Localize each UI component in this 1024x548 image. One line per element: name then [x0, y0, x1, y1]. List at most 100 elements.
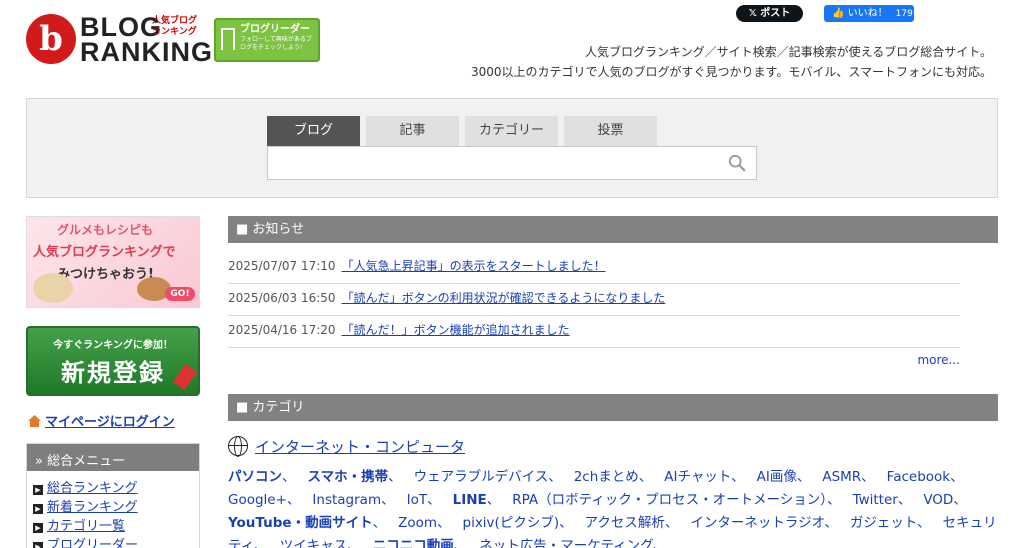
- list-separator: 、: [950, 469, 964, 485]
- food-plate-icon: [33, 273, 73, 303]
- list-separator: 、: [917, 515, 931, 531]
- list-separator: 、: [388, 469, 402, 485]
- list-separator: 、: [897, 492, 912, 508]
- list-separator: 、: [861, 469, 875, 485]
- list-separator: 、: [559, 515, 573, 531]
- tagline-line-1: 人気ブログランキング／サイト検索／記事検索が使えるブログ総合サイト。: [584, 45, 992, 59]
- news-list: 2025/07/07 17:10 「人気急上昇記事」の表示をスタートしました！ 2…: [228, 252, 960, 348]
- bookmark-icon: [221, 28, 235, 50]
- list-separator: 、: [824, 515, 838, 531]
- list-separator: 、: [254, 538, 268, 548]
- subcategory-link[interactable]: アクセス解析: [585, 515, 665, 531]
- subcategory-link[interactable]: AI画像: [757, 469, 797, 485]
- subcategory-link[interactable]: ガジェット: [850, 515, 917, 531]
- tab-article[interactable]: 記事: [366, 116, 459, 146]
- subcategory-link[interactable]: ニコニコ動画: [373, 538, 454, 548]
- subcategory-link[interactable]: Instagram: [312, 492, 381, 508]
- category-title: インターネット・コンピュータ: [228, 436, 465, 457]
- news-more-link[interactable]: more...: [917, 353, 960, 367]
- subcategory-link[interactable]: Facebook: [887, 469, 950, 485]
- news-item: 2025/06/03 16:50 「読んだ」ボタンの利用状況が確認できるようになり…: [228, 284, 960, 316]
- list-separator: 、: [282, 469, 296, 485]
- subcategory-link[interactable]: Zoom: [398, 515, 437, 531]
- subcategory-link[interactable]: ネット広告・マーケティング: [479, 538, 652, 548]
- news-link[interactable]: 「読んだ」ボタンの利用状況が確認できるようになりました: [342, 291, 666, 305]
- subcategory-link[interactable]: Twitter: [853, 492, 898, 508]
- tab-vote[interactable]: 投票: [564, 116, 657, 146]
- tab-category[interactable]: カテゴリー: [465, 116, 558, 146]
- list-separator: 、: [486, 492, 501, 508]
- x-post-button[interactable]: 𝕏 ポスト: [736, 5, 803, 22]
- subcategory-link[interactable]: IoT: [407, 492, 428, 508]
- subcategory-link[interactable]: pixiv(ピクシブ): [463, 515, 560, 531]
- news-date: 2025/07/07 17:10: [228, 259, 336, 273]
- gourmet-go-label: GO!: [165, 287, 195, 301]
- general-menu-list: ▶ 総合ランキング ▶ 新着ランキング ▶ カテゴリ一覧 ▶ ブログリーダー: [27, 471, 199, 548]
- facebook-like-button[interactable]: 👍 いいね！ 179: [824, 5, 914, 22]
- subcategory-link[interactable]: 2chまとめ: [574, 469, 639, 485]
- menu-link-overall-ranking[interactable]: 総合ランキング: [47, 481, 138, 496]
- subcategory-link[interactable]: AIチャット: [664, 469, 731, 485]
- subcategory-link[interactable]: ASMR: [822, 469, 861, 485]
- subcategory-link[interactable]: インターネットラジオ: [690, 515, 824, 531]
- globe-icon: [228, 436, 248, 457]
- blog-reader-badge[interactable]: ブログリーダー フォローして興味があるブログをチェックしよう!: [214, 18, 320, 62]
- subcategory-link[interactable]: パソコン: [228, 469, 282, 485]
- list-separator: 、: [664, 515, 679, 531]
- reader-badge-sub: フォローして興味があるブログをチェックしよう!: [240, 36, 312, 51]
- reader-badge-title: ブログリーダー: [240, 24, 310, 35]
- menu-item[interactable]: ▶ カテゴリ一覧: [33, 517, 199, 536]
- logo-text-ja: 人気ブログランキング: [152, 16, 198, 37]
- news-link[interactable]: 「読んだ！」ボタン機能が追加されました: [342, 323, 570, 337]
- search-panel: ブログ 記事 カテゴリー 投票: [26, 98, 998, 198]
- menu-item[interactable]: ▶ ブログリーダー: [33, 536, 199, 548]
- arrow-right-icon: ▶: [33, 542, 43, 548]
- site-logo[interactable]: b BLOG RANKING 人気ブログランキング: [26, 13, 212, 66]
- gourmet-banner-line1: グルメもレシピも: [57, 223, 154, 237]
- mypage-login-link[interactable]: マイページにログイン: [28, 411, 175, 430]
- gourmet-banner-line2: 人気ブログランキングで: [33, 245, 176, 260]
- list-separator: 、: [638, 469, 653, 485]
- fb-like-count: 179: [895, 9, 913, 19]
- subcategory-link[interactable]: Google+: [228, 492, 287, 508]
- subcategory-link[interactable]: VOD: [923, 492, 953, 508]
- search-input[interactable]: [268, 147, 708, 179]
- list-separator: 、: [652, 538, 667, 548]
- subcategory-link[interactable]: LINE: [453, 492, 487, 508]
- news-item: 2025/07/07 17:10 「人気急上昇記事」の表示をスタートしました！: [228, 252, 960, 284]
- news-link[interactable]: 「人気急上昇記事」の表示をスタートしました！: [342, 259, 606, 273]
- category-title-link[interactable]: インターネット・コンピュータ: [255, 438, 465, 456]
- news-item: 2025/04/16 17:20 「読んだ！」ボタン機能が追加されました: [228, 316, 960, 348]
- tab-blog[interactable]: ブログ: [267, 116, 360, 146]
- list-separator: 、: [827, 492, 841, 508]
- logo-mark-icon: b: [26, 14, 76, 64]
- menu-item[interactable]: ▶ 総合ランキング: [33, 479, 199, 498]
- menu-link-new-ranking[interactable]: 新着ランキング: [47, 500, 138, 515]
- menu-link-category-list[interactable]: カテゴリ一覧: [47, 519, 125, 534]
- site-tagline: 人気ブログランキング／サイト検索／記事検索が使えるブログ総合サイト。 3000以…: [392, 42, 992, 82]
- fb-like-label: 👍 いいね！: [832, 8, 888, 19]
- news-date: 2025/06/03 16:50: [228, 291, 336, 305]
- gourmet-recipe-banner[interactable]: グルメもレシピも 人気ブログランキングで みつけちゃおう! GO!: [26, 216, 200, 308]
- logo-text-ranking: RANKING: [80, 37, 213, 67]
- arrow-right-icon: ▶: [33, 523, 43, 533]
- list-separator: 、: [548, 469, 562, 485]
- subcategory-link[interactable]: ツイキャス: [280, 538, 348, 548]
- subcategory-link[interactable]: RPA（ロボティック・プロセス・オートメーション）: [512, 492, 827, 508]
- subcategory-link[interactable]: YouTube・動画サイト: [228, 515, 373, 531]
- list-separator: 、: [731, 469, 745, 485]
- news-date: 2025/04/16 17:20: [228, 323, 336, 337]
- register-banner[interactable]: 今すぐランキングに参加！ 新規登録: [26, 326, 200, 396]
- search-icon[interactable]: [728, 154, 746, 172]
- arrow-right-icon: ▶: [33, 485, 43, 495]
- menu-item[interactable]: ▶ 新着ランキング: [33, 498, 199, 517]
- tagline-line-2: 3000以上のカテゴリで人気のブログがすぐ見つかります。モバイル、スマートフォン…: [471, 65, 992, 79]
- search-box: [267, 146, 757, 180]
- list-separator: 、: [953, 492, 967, 508]
- list-separator: 、: [347, 538, 361, 548]
- category-section-header: ■ カテゴリ: [228, 394, 998, 421]
- subcategory-link[interactable]: スマホ・携帯: [308, 469, 389, 485]
- subcategory-link[interactable]: ウェアラブルデバイス: [414, 469, 549, 485]
- menu-link-blog-reader[interactable]: ブログリーダー: [47, 538, 138, 548]
- news-section-header: ■ お知らせ: [228, 216, 998, 243]
